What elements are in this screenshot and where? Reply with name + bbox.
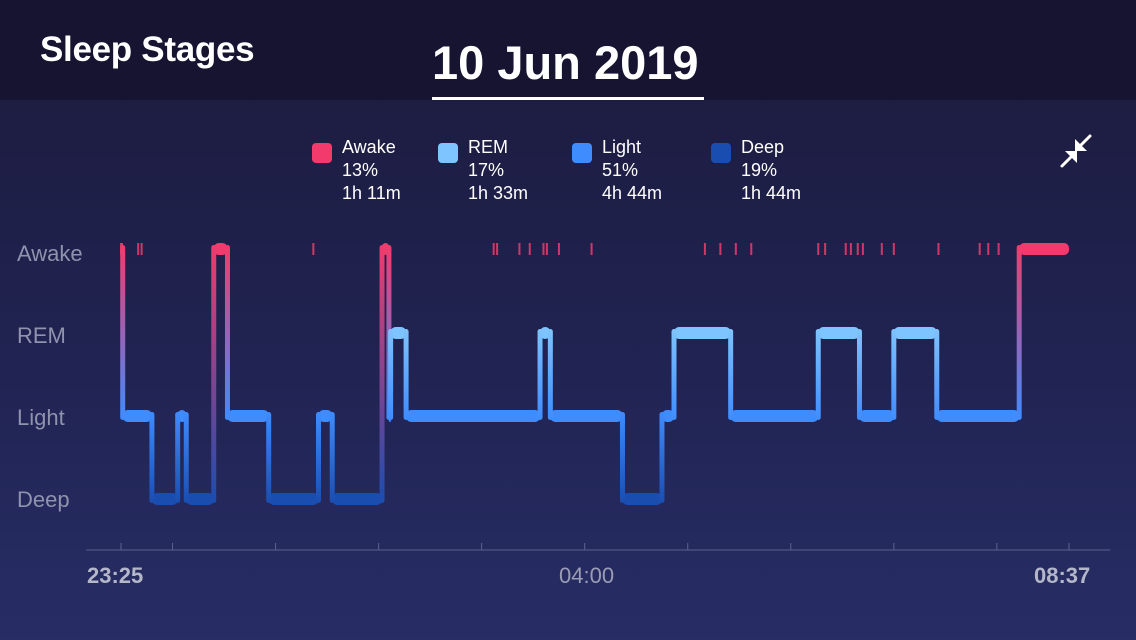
stage-band-rem xyxy=(674,327,731,339)
awake-tick-mark xyxy=(557,243,560,255)
stage-transition xyxy=(316,412,321,503)
stage-transition xyxy=(619,412,625,503)
awake-tick-mark xyxy=(856,243,859,255)
sleep-stages-chart xyxy=(86,243,1110,551)
stage-transition xyxy=(856,329,862,420)
stage-transition xyxy=(547,329,553,420)
stage-transition xyxy=(120,245,126,420)
x-tick-label-start: 23:25 xyxy=(87,563,144,588)
stage-band-light xyxy=(859,410,894,422)
awake-tick-mark xyxy=(518,243,521,255)
awake-tick-mark xyxy=(849,243,852,255)
stage-band-light xyxy=(227,410,269,422)
stage-transition xyxy=(728,329,734,420)
stage-band-rem xyxy=(893,327,937,339)
stage-transition xyxy=(266,412,272,503)
awake-tick-mark xyxy=(817,243,820,255)
awake-tick-mark xyxy=(844,243,847,255)
awake-tick-mark xyxy=(978,243,981,255)
stage-transition xyxy=(659,412,665,503)
awake-tick-mark xyxy=(542,243,545,255)
stage-band-deep xyxy=(268,493,319,505)
stage-transition xyxy=(379,245,385,503)
awake-tick-mark xyxy=(140,243,143,255)
awake-tick-mark xyxy=(997,243,1000,255)
awake-tick-mark xyxy=(312,243,315,255)
stage-transition xyxy=(934,329,940,420)
stage-transition xyxy=(183,412,189,503)
stage-band-light xyxy=(730,410,819,422)
stage-band-deep xyxy=(151,493,178,505)
awake-tick-mark xyxy=(545,243,548,255)
awake-tick-mark xyxy=(750,243,753,255)
stage-transition xyxy=(224,245,230,420)
stage-transition xyxy=(403,329,409,420)
stage-band-light xyxy=(550,410,623,422)
awake-tick-mark xyxy=(734,243,737,255)
stage-band-deep xyxy=(186,493,214,505)
stage-transition xyxy=(175,412,181,503)
stage-band-light xyxy=(406,410,541,422)
stage-transition xyxy=(388,329,394,420)
stage-band-deep xyxy=(622,493,662,505)
awake-tick-mark xyxy=(137,243,140,255)
stage-transition xyxy=(211,245,217,503)
stage-transition xyxy=(891,329,897,420)
stage-band-rem xyxy=(818,327,860,339)
awake-tick-mark xyxy=(880,243,883,255)
awake-tick-mark xyxy=(528,243,531,255)
awake-tick-mark xyxy=(719,243,722,255)
x-tick-label-end: 08:37 xyxy=(1034,563,1091,588)
awake-tick-mark xyxy=(590,243,593,255)
awake-tick-mark xyxy=(861,243,864,255)
stage-transition xyxy=(329,412,335,503)
awake-tick-mark xyxy=(987,243,990,255)
stage-transition xyxy=(537,329,543,420)
awake-tick-mark xyxy=(496,243,499,255)
stage-band-deep xyxy=(332,493,383,505)
awake-tick-mark xyxy=(892,243,895,255)
stage-band-light xyxy=(936,410,1020,422)
awake-tick-mark xyxy=(703,243,706,255)
awake-tick-mark xyxy=(824,243,827,255)
awake-tick-mark xyxy=(492,243,495,255)
stage-transition xyxy=(815,329,821,420)
stage-transition xyxy=(149,412,155,503)
stage-transition xyxy=(1016,245,1022,420)
awake-tick-mark xyxy=(937,243,940,255)
stage-band-light xyxy=(122,410,152,422)
stage-transition xyxy=(671,329,677,420)
stage-band-awake xyxy=(1019,243,1069,255)
x-tick-label-mid: 04:00 xyxy=(559,563,615,588)
